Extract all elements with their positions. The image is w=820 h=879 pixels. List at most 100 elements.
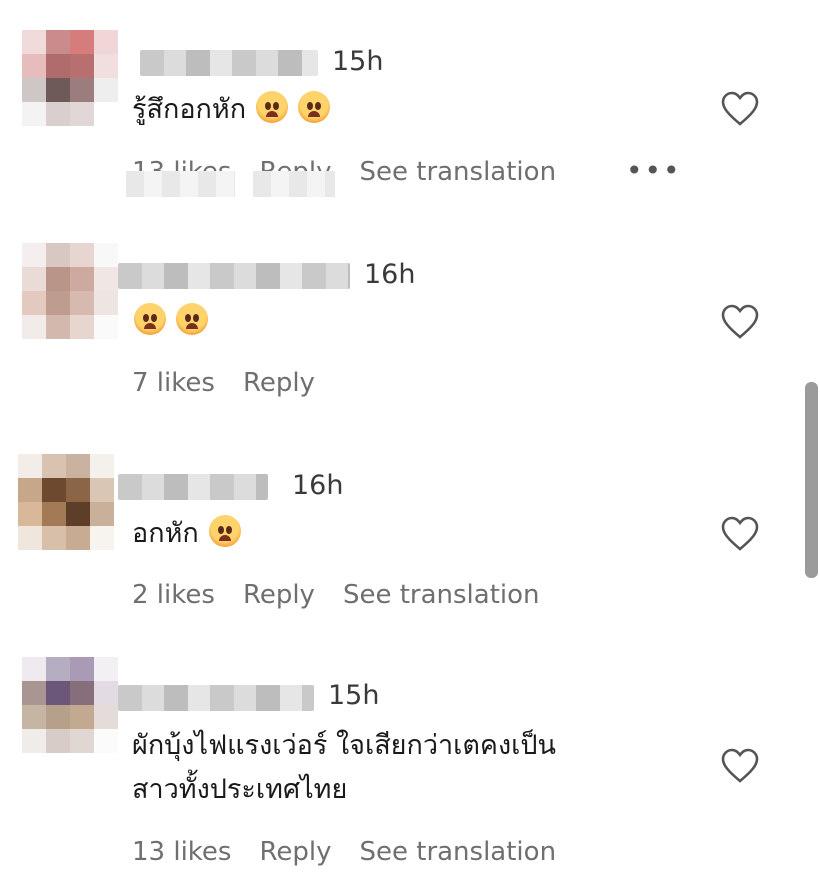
avatar-pixel — [70, 315, 94, 339]
avatar-pixel — [94, 657, 118, 681]
avatar-pixel — [42, 454, 66, 478]
avatar-pixel — [70, 291, 94, 315]
avatar-pixel — [66, 502, 90, 526]
heart-icon[interactable] — [720, 515, 760, 555]
avatar-pixel — [22, 291, 46, 315]
avatar-pixel — [66, 478, 90, 502]
reply-button[interactable]: Reply — [253, 157, 336, 197]
avatar-pixel — [94, 291, 118, 315]
avatar-pixel — [70, 705, 94, 729]
avatar-pixel — [70, 78, 94, 102]
avatar-pixel — [22, 54, 46, 78]
see-translation-button[interactable]: See translation — [343, 580, 540, 610]
likes-count[interactable]: 2 likes — [132, 580, 215, 610]
comment-text-value: อกหัก — [132, 518, 199, 549]
more-options-icon[interactable]: ••• — [626, 154, 682, 187]
avatar-pixel — [42, 526, 66, 550]
avatar-pixel — [18, 526, 42, 550]
avatar-pixel — [22, 681, 46, 705]
comment-actions: 13 likes Reply See translation — [125, 157, 584, 197]
avatar-pixel — [94, 30, 118, 54]
reply-button[interactable]: Reply — [243, 580, 315, 610]
avatar-pixel — [90, 478, 114, 502]
reply-button[interactable]: Reply — [259, 837, 331, 867]
avatar-pixel — [94, 54, 118, 78]
avatar-pixel — [70, 729, 94, 753]
avatar-pixel — [94, 267, 118, 291]
avatar-pixel — [70, 681, 94, 705]
avatar-pixel — [42, 478, 66, 502]
avatar-pixel — [42, 502, 66, 526]
scrollbar-thumb[interactable] — [805, 382, 818, 578]
avatar-pixel — [94, 78, 118, 102]
avatar-pixel — [46, 78, 70, 102]
avatar-pixel — [46, 315, 70, 339]
likes-count[interactable]: 13 likes — [132, 837, 231, 867]
avatar-pixel — [70, 657, 94, 681]
comment-text — [124, 300, 208, 344]
avatar-pixel — [70, 267, 94, 291]
avatar[interactable] — [22, 30, 118, 126]
avatar-pixel — [22, 705, 46, 729]
avatar-pixel — [46, 657, 70, 681]
username-redacted[interactable] — [140, 50, 318, 76]
heart-icon[interactable] — [720, 303, 760, 343]
heart-icon[interactable] — [720, 747, 760, 787]
avatar-pixel — [94, 705, 118, 729]
pleading-face-icon — [256, 91, 289, 123]
comment-time: 16h — [364, 259, 416, 290]
comment-actions: 2 likes Reply See translation — [132, 580, 568, 610]
avatar-pixel — [46, 705, 70, 729]
avatar-pixel — [66, 526, 90, 550]
avatar[interactable] — [22, 657, 118, 753]
avatar-pixel — [22, 78, 46, 102]
avatar-pixel — [90, 454, 114, 478]
avatar-pixel — [94, 315, 118, 339]
heart-icon[interactable] — [720, 90, 760, 130]
avatar-pixel — [66, 454, 90, 478]
pleading-face-icon — [176, 303, 208, 335]
comment-text-line: ผักบุ้งไฟแรงเว่อร์ ใจเสียกว่าเตคงเป็น — [132, 730, 556, 761]
avatar-pixel — [94, 102, 118, 126]
username-redacted[interactable] — [118, 263, 350, 289]
username-redacted[interactable] — [118, 685, 314, 711]
avatar-pixel — [46, 30, 70, 54]
avatar-pixel — [18, 502, 42, 526]
avatar-pixel — [46, 267, 70, 291]
likes-count[interactable]: 7 likes — [132, 368, 215, 398]
avatar-pixel — [46, 102, 70, 126]
avatar-pixel — [18, 454, 42, 478]
avatar-pixel — [22, 102, 46, 126]
comment-time: 15h — [332, 46, 384, 77]
likes-count[interactable]: 13 likes — [125, 157, 236, 197]
avatar-pixel — [70, 243, 94, 267]
pleading-face-icon — [208, 515, 241, 547]
avatar-pixel — [22, 315, 46, 339]
see-translation-button[interactable]: See translation — [359, 157, 556, 187]
avatar-pixel — [46, 291, 70, 315]
comment-text: ผักบุ้งไฟแรงเว่อร์ ใจเสียกว่าเตคงเป็น สา… — [132, 724, 556, 812]
avatar-pixel — [94, 729, 118, 753]
avatar-pixel — [22, 657, 46, 681]
comment-actions: 7 likes Reply — [132, 368, 343, 398]
avatar-pixel — [46, 243, 70, 267]
comment-text-value: รู้สึกอกหัก — [132, 94, 247, 125]
comment-text-line: สาวทั้งประเทศไทย — [132, 774, 348, 805]
avatar[interactable] — [22, 243, 118, 339]
avatar-pixel — [46, 54, 70, 78]
see-translation-button[interactable]: See translation — [359, 837, 556, 867]
avatar-pixel — [94, 243, 118, 267]
comment-time: 16h — [292, 470, 344, 501]
avatar[interactable] — [18, 454, 114, 550]
avatar-pixel — [18, 478, 42, 502]
avatar-pixel — [22, 267, 46, 291]
comment-actions: 13 likes Reply See translation — [132, 837, 584, 867]
avatar-pixel — [46, 729, 70, 753]
comment-text: อกหัก — [132, 512, 241, 556]
reply-button[interactable]: Reply — [243, 368, 315, 398]
avatar-pixel — [22, 729, 46, 753]
pleading-face-icon — [298, 91, 331, 123]
avatar-pixel — [90, 526, 114, 550]
username-redacted[interactable] — [118, 474, 268, 500]
avatar-pixel — [70, 102, 94, 126]
